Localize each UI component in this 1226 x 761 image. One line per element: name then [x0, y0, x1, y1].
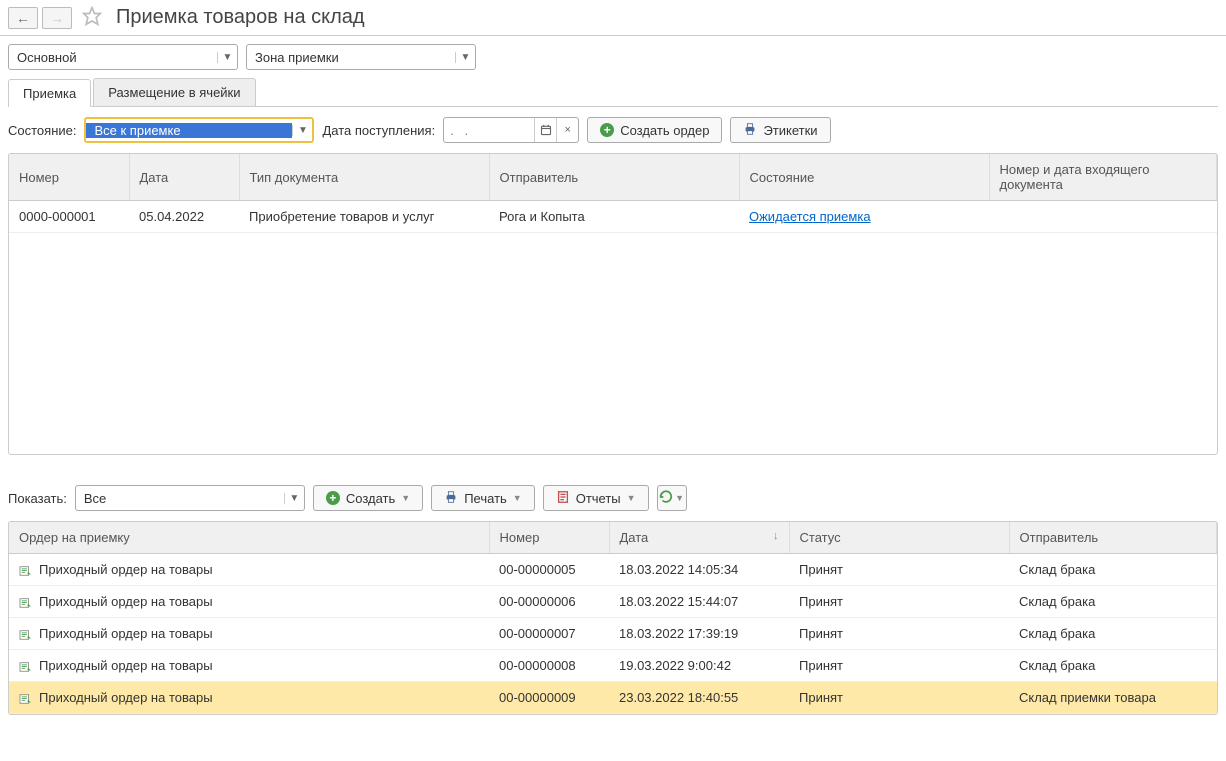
document-icon — [19, 690, 39, 705]
status-link[interactable]: Ожидается приемка — [749, 209, 871, 224]
favorite-icon[interactable] — [82, 6, 102, 29]
zone-combo[interactable]: Зона приемки ▼ — [246, 44, 476, 70]
table-row[interactable]: Приходный ордер на товары00-0000000618.0… — [9, 586, 1217, 618]
report-icon — [556, 490, 570, 507]
col-sender[interactable]: Отправитель — [1009, 522, 1217, 554]
table-row[interactable]: Приходный ордер на товары00-0000000518.0… — [9, 554, 1217, 586]
orders-table: Ордер на приемку Номер Дата↓ Статус Отпр… — [9, 522, 1217, 714]
table-row[interactable]: Приходный ордер на товары00-0000000923.0… — [9, 682, 1217, 714]
chevron-down-icon[interactable]: ▼ — [455, 52, 475, 63]
refresh-button[interactable]: ▼ — [657, 485, 687, 511]
table-row[interactable]: 0000-00000105.04.2022Приобретение товаро… — [9, 201, 1217, 233]
state-label: Состояние: — [8, 123, 76, 138]
arrival-date-label: Дата поступления: — [322, 123, 435, 138]
chevron-down-icon: ▼ — [627, 493, 636, 503]
document-icon — [19, 658, 39, 673]
col-date[interactable]: Дата↓ — [609, 522, 789, 554]
table-row[interactable]: Приходный ордер на товары00-0000000718.0… — [9, 618, 1217, 650]
chevron-down-icon[interactable]: ▼ — [284, 493, 304, 504]
incoming-documents-table: Номер Дата Тип документа Отправитель Сос… — [9, 154, 1217, 233]
print-icon — [743, 122, 757, 139]
document-icon — [19, 626, 39, 641]
col-number[interactable]: Номер — [489, 522, 609, 554]
state-combo[interactable]: Все к приемке ▼ — [84, 117, 314, 143]
print-button[interactable]: Печать ▼ — [431, 485, 535, 511]
refresh-icon — [659, 490, 673, 507]
chevron-down-icon: ▼ — [401, 493, 410, 503]
sort-asc-icon: ↓ — [773, 530, 779, 542]
col-order[interactable]: Ордер на приемку — [9, 522, 489, 554]
back-button[interactable]: ← — [8, 7, 38, 29]
warehouse-combo[interactable]: Основной ▼ — [8, 44, 238, 70]
forward-button[interactable]: → — [42, 7, 72, 29]
col-status[interactable]: Статус — [789, 522, 1009, 554]
labels-button[interactable]: Этикетки — [730, 117, 830, 143]
show-label: Показать: — [8, 491, 67, 506]
chevron-down-icon: ▼ — [675, 493, 684, 503]
chevron-down-icon[interactable]: ▼ — [217, 52, 237, 63]
page-title: Приемка товаров на склад — [116, 6, 365, 29]
col-state[interactable]: Состояние — [739, 154, 989, 201]
document-icon — [19, 562, 39, 577]
date-field[interactable] — [444, 123, 534, 138]
chevron-down-icon[interactable]: ▼ — [292, 125, 312, 136]
tab-placement[interactable]: Размещение в ячейки — [93, 78, 255, 106]
col-date[interactable]: Дата — [129, 154, 239, 201]
reports-button[interactable]: Отчеты ▼ — [543, 485, 649, 511]
tab-receiving[interactable]: Приемка — [8, 79, 91, 107]
col-incoming[interactable]: Номер и дата входящего документа — [989, 154, 1217, 201]
calendar-icon[interactable] — [534, 118, 556, 142]
plus-icon: + — [600, 123, 614, 137]
chevron-down-icon: ▼ — [513, 493, 522, 503]
col-number[interactable]: Номер — [9, 154, 129, 201]
print-icon — [444, 490, 458, 507]
table-row[interactable]: Приходный ордер на товары00-0000000819.0… — [9, 650, 1217, 682]
clear-date-icon[interactable]: × — [556, 118, 578, 142]
show-combo[interactable]: Все ▼ — [75, 485, 305, 511]
col-doctype[interactable]: Тип документа — [239, 154, 489, 201]
col-sender[interactable]: Отправитель — [489, 154, 739, 201]
document-icon — [19, 594, 39, 609]
create-order-button[interactable]: + Создать ордер — [587, 117, 722, 143]
arrival-date-input[interactable]: × — [443, 117, 579, 143]
plus-icon: + — [326, 491, 340, 505]
create-button[interactable]: + Создать ▼ — [313, 485, 423, 511]
